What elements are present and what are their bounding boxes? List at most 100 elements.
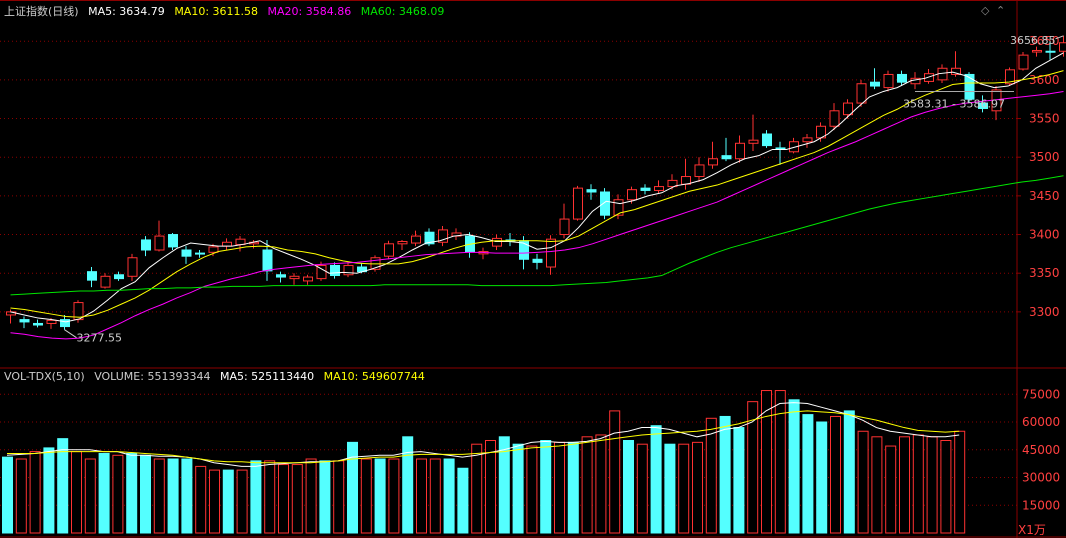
candle-body <box>640 187 651 191</box>
volume-bar <box>871 436 883 534</box>
price-tick-label: 3300 <box>1029 305 1060 319</box>
price-ma5-line <box>10 52 1064 323</box>
volume-bar <box>333 460 345 534</box>
candle-body <box>694 164 705 178</box>
candle-body <box>559 218 570 236</box>
volume-bar <box>2 456 13 534</box>
candle <box>60 314 70 330</box>
candle <box>762 130 772 148</box>
candle <box>384 240 394 260</box>
candle-body <box>1045 50 1056 53</box>
volume-title[interactable]: VOL-TDX(5,10) <box>4 370 85 383</box>
volume-bar <box>112 454 124 534</box>
low-marker-line <box>64 329 77 339</box>
candle-body <box>276 274 286 278</box>
candle <box>843 99 853 119</box>
candle-body <box>19 319 30 323</box>
candle <box>181 246 192 264</box>
ma5-readout: MA5: 3634.79 <box>88 5 165 18</box>
candle <box>600 188 610 220</box>
price-panel-header: 上证指数(日线) MA5: 3634.79 MA10: 3611.58 MA20… <box>4 3 450 19</box>
volume-bar <box>816 421 828 534</box>
candle <box>789 137 799 154</box>
candle-body <box>802 137 813 143</box>
candle <box>505 232 516 247</box>
volume-bar <box>512 443 524 534</box>
candle-body <box>856 83 867 104</box>
candle-body <box>411 235 421 244</box>
candle-body <box>546 238 556 268</box>
volume-bar <box>195 465 207 534</box>
candle-body <box>883 73 894 89</box>
volume-bar <box>471 443 483 534</box>
candle <box>586 184 597 200</box>
volume-bar <box>443 458 455 534</box>
candle-body <box>384 243 394 257</box>
volume-bar <box>416 458 427 534</box>
volume-bar <box>153 458 165 534</box>
candle-body <box>195 252 205 255</box>
candle <box>856 79 867 107</box>
candle-body <box>262 249 273 272</box>
volume-unit-label: X1万 <box>1018 523 1046 537</box>
high-label: 3656.85 <box>1010 34 1056 47</box>
price-tick-label: 3550 <box>1029 112 1060 126</box>
volume-bar <box>374 458 386 534</box>
volume-bar <box>940 440 952 534</box>
candle-body <box>303 276 313 282</box>
candle <box>127 253 138 281</box>
candle <box>87 267 97 288</box>
volume-bar <box>567 441 579 534</box>
price-tick-label: 3500 <box>1029 150 1060 164</box>
candle <box>883 70 894 92</box>
candle <box>330 262 340 279</box>
volume-tick-label: 45000 <box>1022 443 1060 457</box>
candle <box>154 220 165 252</box>
volume-bar <box>429 458 441 534</box>
candle-body <box>600 191 610 216</box>
candle-body <box>141 239 151 251</box>
volume-bar <box>140 454 151 534</box>
diamond-icon[interactable]: ◇ <box>981 4 989 17</box>
volume-tick-label: 30000 <box>1022 471 1060 485</box>
candle <box>397 239 408 250</box>
volume-bar <box>692 441 703 534</box>
volume-bar <box>609 410 621 534</box>
volume-tick-label: 75000 <box>1022 387 1060 401</box>
volume-bar <box>222 469 234 534</box>
price-tick-label: 3350 <box>1029 266 1060 280</box>
volume-bar <box>802 414 814 534</box>
candle-body <box>168 234 178 248</box>
candle <box>708 141 718 169</box>
candle <box>559 203 570 239</box>
candle <box>694 157 705 182</box>
candle-body <box>735 142 745 160</box>
chevron-up-icon[interactable]: ⌃ <box>996 4 1005 17</box>
volume-bar <box>84 458 96 534</box>
candle-body <box>222 241 232 247</box>
price-tick-label: 3600 <box>1029 73 1060 87</box>
volume-bar <box>181 458 193 534</box>
candle <box>1018 52 1029 71</box>
ma20-readout: MA20: 3584.86 <box>267 5 352 18</box>
candle-body <box>114 274 124 280</box>
volume-bar <box>402 436 414 534</box>
candle <box>411 230 421 247</box>
volume-bar <box>733 427 745 534</box>
volume-bar <box>29 451 41 534</box>
candle-body <box>46 319 57 324</box>
candle-body <box>60 319 70 328</box>
candle-body <box>33 322 43 326</box>
volume-bar <box>650 425 662 534</box>
candle <box>816 122 826 142</box>
low-label: 3277.55 <box>77 332 123 345</box>
volume-bar <box>774 390 786 534</box>
candle-body <box>330 264 340 277</box>
volume-ma10-readout: MA10: 549607744 <box>323 370 425 383</box>
volume-bar <box>319 460 331 534</box>
price-title[interactable]: 上证指数(日线) <box>4 5 79 18</box>
candle <box>141 236 151 257</box>
candle-body <box>708 158 718 166</box>
volume-bar <box>264 460 276 534</box>
candle-body <box>289 275 300 280</box>
